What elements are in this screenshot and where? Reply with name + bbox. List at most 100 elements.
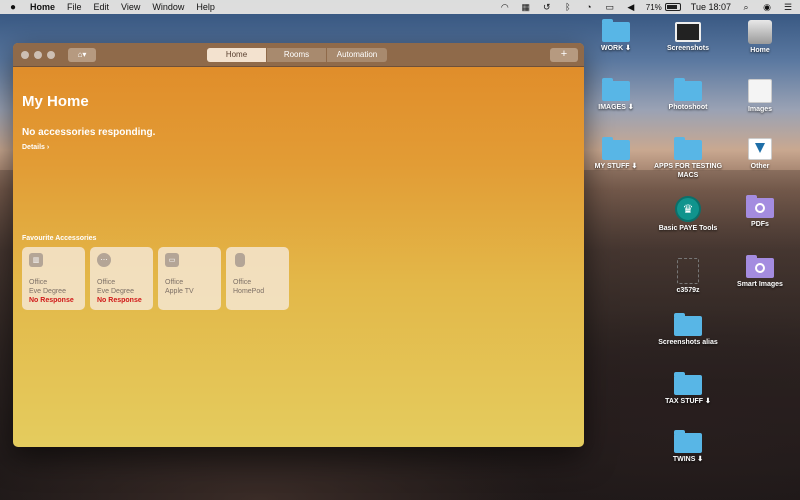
menu-help[interactable]: Help (196, 2, 215, 12)
desktop-other[interactable]: Other (720, 138, 800, 171)
menu-edit[interactable]: Edit (94, 2, 110, 12)
desktop-icon-label: IMAGES ⬇ (598, 104, 634, 111)
smart-folder-icon (746, 255, 774, 278)
accessory-tile[interactable]: Office HomePod (226, 247, 289, 310)
zoom-button[interactable] (47, 50, 55, 59)
desktop-icon-label: PDFs (751, 221, 769, 228)
desktop-folder-twins[interactable]: TWINS ⬇ (648, 430, 728, 464)
tile-room: Office (29, 279, 48, 286)
smart-folder-icon (746, 195, 774, 218)
battery-icon[interactable] (664, 3, 681, 11)
desktop-images-file[interactable]: Images (720, 79, 800, 114)
home-app-window: ⌂ ▾ Home Rooms Automation + My Home No ac… (13, 43, 584, 447)
page-title: My Home (22, 93, 89, 110)
desktop-icon-label: Screenshots (666, 45, 710, 52)
volume-icon[interactable]: ◀ (625, 2, 637, 12)
tile-name: Eve Degree (97, 288, 134, 295)
desktop-icon-label: WORK ⬇ (601, 45, 631, 52)
tile-status: No Response (97, 297, 142, 304)
window-controls (21, 50, 60, 59)
tab-automation[interactable]: Automation (327, 48, 387, 62)
tile-room: Office (233, 279, 252, 286)
desktop-folder-apps[interactable]: APPS FOR TESTING MACS (648, 137, 728, 180)
desktop-icon-label: MY STUFF ⬇ (594, 163, 638, 170)
desktop-icon-label: TAX STUFF ⬇ (665, 398, 711, 405)
wifi-icon[interactable]: ◔ (583, 2, 595, 12)
home-menu-button[interactable]: ⌂ ▾ (68, 47, 96, 62)
desktop-folder-smart-images[interactable]: Smart Images (720, 255, 800, 289)
desktop-icon-label: Smart Images (737, 281, 783, 288)
title-bar: ⌂ ▾ Home Rooms Automation + (13, 43, 584, 67)
headphones-icon[interactable]: ◠ (499, 2, 511, 12)
accessory-tile[interactable]: ⋯ Office Eve Degree No Response (90, 247, 153, 310)
details-link[interactable]: Details › (22, 144, 49, 151)
siri-icon[interactable]: ◉ (761, 2, 773, 12)
airplay-icon[interactable]: ▭ (604, 2, 616, 12)
tile-room: Office (165, 279, 184, 286)
tile-name: HomePod (233, 288, 265, 295)
spotlight-icon[interactable]: ⌕ (740, 2, 752, 12)
menu-file[interactable]: File (67, 2, 82, 12)
minimize-button[interactable] (34, 50, 42, 59)
folder-icon (602, 78, 630, 101)
desktop-folder-my-stuff[interactable]: MY STUFF ⬇ (576, 137, 656, 171)
desktop-icon-label: Photoshoot (668, 104, 708, 111)
folder-icon (674, 372, 702, 395)
desktop-icon-label: Screenshots alias (658, 339, 718, 346)
homepod-icon (235, 253, 245, 267)
desktop-file-c3579z[interactable]: c3579z (648, 258, 728, 295)
tile-status: No Response (29, 297, 74, 304)
accessory-tile[interactable]: ▭ Office Apple TV (158, 247, 221, 310)
menu-app-home[interactable]: Home (30, 2, 55, 12)
desktop-icon-label: c3579z (676, 287, 700, 294)
status-message: No accessories responding. (22, 127, 156, 138)
bluetooth-icon[interactable]: ᛒ (562, 2, 574, 12)
flag-icon[interactable]: ▦ (520, 2, 532, 12)
download-tray-icon (748, 138, 772, 160)
apple-tv-icon: ▭ (165, 253, 179, 267)
favourites-list: ▥ Office Eve Degree No Response ⋯ Office… (22, 247, 294, 310)
crown-icon: ♛ (675, 196, 701, 222)
time-machine-icon[interactable]: ↺ (541, 2, 553, 12)
desktop-app-paye[interactable]: ♛ Basic PAYE Tools (648, 196, 728, 233)
desktop-drive-home[interactable]: Home (720, 20, 800, 55)
desktop-icon-label: Other (750, 163, 770, 170)
tile-room: Office (97, 279, 116, 286)
desktop-folder-images[interactable]: IMAGES ⬇ (576, 78, 656, 112)
file-icon (677, 258, 699, 284)
folder-icon (674, 78, 702, 101)
desktop-icon-label: Basic PAYE Tools (658, 225, 718, 232)
desktop-folder-pdfs[interactable]: PDFs (720, 195, 800, 229)
menu-view[interactable]: View (121, 2, 140, 12)
tab-home[interactable]: Home (207, 48, 267, 62)
alias-folder-icon (674, 313, 702, 336)
folder-icon (674, 430, 702, 453)
add-button[interactable]: + (550, 48, 578, 62)
battery-percent: 71% (645, 2, 662, 12)
view-segmented-control: Home Rooms Automation (207, 48, 387, 62)
desktop-folder-work[interactable]: WORK ⬇ (576, 19, 656, 53)
close-button[interactable] (21, 50, 29, 59)
screenshot-folder-icon (675, 22, 701, 42)
favourites-heading: Favourite Accessories (22, 235, 97, 242)
clock[interactable]: Tue 18:07 (691, 2, 731, 12)
photos-icon (748, 79, 772, 103)
folder-icon (674, 137, 702, 160)
hard-drive-icon (748, 20, 772, 44)
tile-name: Apple TV (165, 288, 194, 295)
desktop-folder-photoshoot[interactable]: Photoshoot (648, 78, 728, 112)
notification-center-icon[interactable]: ☰ (782, 2, 794, 12)
desktop-folder-screenshots-alias[interactable]: Screenshots alias (648, 313, 728, 347)
menu-bar: ● Home File Edit View Window Help ◠ ▦ ↺ … (0, 0, 800, 14)
accessory-tile[interactable]: ▥ Office Eve Degree No Response (22, 247, 85, 310)
folder-icon (602, 137, 630, 160)
chevron-down-icon: ▾ (82, 50, 87, 59)
tab-rooms[interactable]: Rooms (267, 48, 327, 62)
desktop-folder-tax-stuff[interactable]: TAX STUFF ⬇ (648, 372, 728, 406)
menu-window[interactable]: Window (152, 2, 184, 12)
desktop-icon-label: Images (747, 106, 773, 113)
apple-menu-icon[interactable]: ● (6, 2, 20, 13)
desktop-folder-screenshots[interactable]: Screenshots (648, 22, 728, 53)
tile-name: Eve Degree (29, 288, 66, 295)
desktop-icon-label: Home (750, 47, 770, 54)
